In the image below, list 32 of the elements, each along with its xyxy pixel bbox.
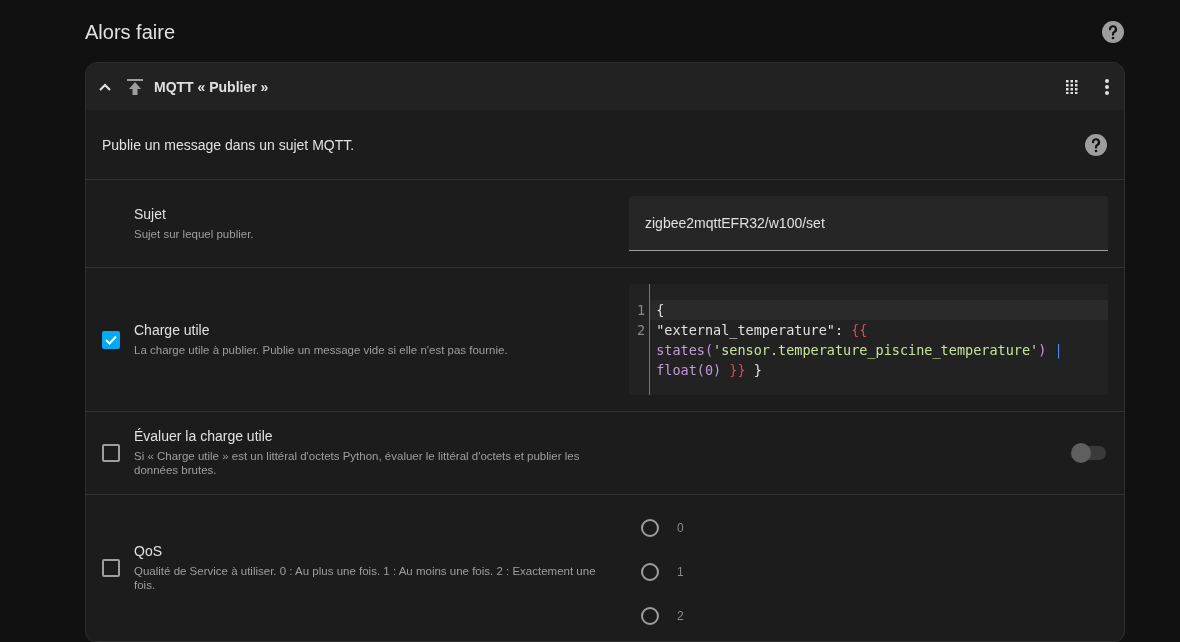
checkbox[interactable] <box>102 558 120 577</box>
radio-button[interactable] <box>641 518 659 537</box>
field-hint: Si « Charge utile » est un littéral d'octets Python, évaluer le littéral d'octets et publier les données brutes. <box>134 449 581 478</box>
topic-field[interactable]: zigbee2mqttEFR32/w100/set <box>629 196 1108 251</box>
code-editor[interactable]: 1 2 { "external_temperature": {{ states('sensor.temperature_piscine_temperature') | float(0) }} } <box>629 284 1108 395</box>
field-label: Sujet <box>134 205 167 222</box>
chevron-icon[interactable] <box>98 81 112 92</box>
checkbox[interactable] <box>102 443 120 462</box>
radio-label: 0 <box>677 520 684 535</box>
field-label: Charge utile <box>134 321 211 338</box>
upload-icon <box>126 77 144 96</box>
more-icon[interactable] <box>1104 77 1110 96</box>
radio-button[interactable] <box>641 562 659 581</box>
description-text: Publie un message dans un sujet MQTT. <box>102 136 355 153</box>
checkbox[interactable] <box>102 330 120 349</box>
field-label: Évaluer la charge utile <box>134 428 274 444</box>
help-icon[interactable] <box>1101 20 1125 44</box>
line-number: 2 <box>637 321 646 340</box>
field-hint: Sujet sur lequel publier. <box>134 226 255 242</box>
card-title: MQTT « Publier » <box>154 78 270 95</box>
field-hint: Qualité de Service à utiliser. 0 : Au plus une fois. 1 : Au moins une fois. 2 : Exactement une fois. <box>134 563 597 593</box>
field-hint: La charge utile à publier. Publie un message vide si elle n'est pas fournie. <box>134 342 509 358</box>
radio-label: 2 <box>677 608 684 623</box>
section-title: Alors faire <box>85 20 176 44</box>
radio-label: 1 <box>677 564 684 579</box>
code-line: "external_temperature": {{ states('sensor.temperature_piscine_temperature') | float(0) }} } <box>655 321 1064 380</box>
drag-handle-icon[interactable] <box>1066 79 1078 94</box>
help-icon[interactable] <box>1084 132 1108 157</box>
field-label: QoS <box>134 542 163 559</box>
radio-button[interactable] <box>641 606 659 625</box>
toggle-switch[interactable] <box>1070 441 1108 464</box>
line-number: 1 <box>637 301 646 320</box>
